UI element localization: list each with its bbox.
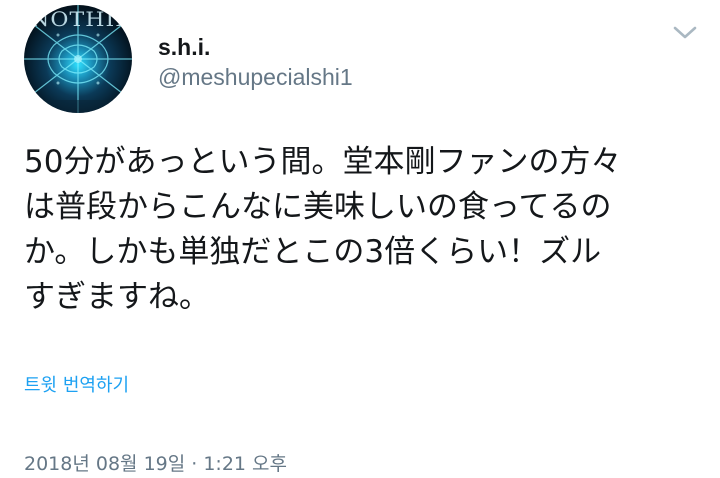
- chevron-down-icon: [673, 26, 697, 39]
- tweet-menu-button[interactable]: [672, 24, 698, 42]
- tweet-text: 50分があっという間。堂本剛ファンの方々 は普段からこんなに美味しいの食ってるの…: [24, 144, 622, 315]
- avatar[interactable]: NOTHING: [24, 5, 132, 113]
- user-handle[interactable]: @meshupecialshi1: [158, 64, 353, 91]
- tweet-timestamp[interactable]: 2018년 08월 19일 · 1:21 오후: [24, 449, 287, 476]
- translate-tweet-link[interactable]: 트윗 번역하기: [24, 371, 129, 397]
- display-name[interactable]: s.h.i.: [158, 34, 210, 61]
- tweet-card: NOTHING s.h.i. @meshupecialshi1 50分があっとい…: [0, 0, 720, 478]
- avatar-logo-text: NOTHING: [30, 7, 132, 31]
